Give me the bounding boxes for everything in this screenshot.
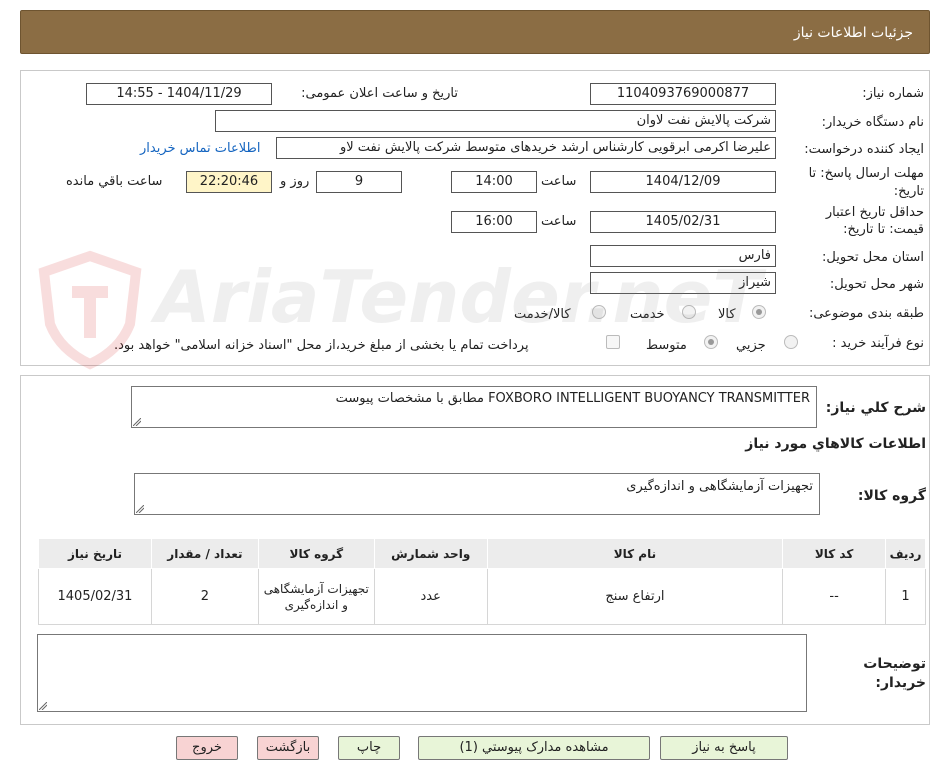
view-attachments-button[interactable]: مشاهده مدارک پیوستي (1) (418, 736, 650, 760)
page-header: جزئیات اطلاعات نیاز (20, 10, 930, 54)
announce-label: تاریخ و ساعت اعلان عمومی: (301, 86, 458, 101)
cell-row: 1 (885, 568, 926, 625)
validity-time-label: ساعت (541, 214, 577, 229)
process-label: نوع فرآیند خرید : (832, 336, 924, 351)
description-textarea: FOXBORO INTELLIGENT BUOYANCY TRANSMITTER… (131, 386, 817, 428)
cell-group: تجهیزات آزمایشگاهی و اندازه‌گیری (257, 568, 375, 625)
province-label: استان محل تحویل: (822, 250, 924, 265)
cell-code: -- (782, 568, 887, 625)
process-medium-label: متوسط (646, 338, 687, 353)
process-medium-radio[interactable] (704, 335, 718, 349)
resize-grip-icon[interactable] (39, 702, 47, 710)
city-field: شیراز (590, 272, 776, 294)
deadline-label-line1: مهلت ارسال پاسخ: تا (808, 166, 924, 181)
buyer-label: نام دستگاه خریدار: (821, 115, 924, 130)
days-field: 9 (316, 171, 402, 193)
process-minor-label: جزیي (736, 338, 766, 353)
creator-field: علیرضا اکرمی ابرقویی کارشناس ارشد خریدها… (276, 137, 776, 159)
need-number-field: 1104093769000877 (590, 83, 776, 105)
payment-note: پرداخت تمام یا بخشی از مبلغ خرید،از محل … (114, 338, 529, 353)
exit-button[interactable]: خروج (176, 736, 238, 760)
col-name: نام کالا (486, 538, 784, 569)
remaining-label: ساعت باقي مانده (66, 174, 163, 189)
cell-quantity: 2 (150, 568, 259, 625)
buyer-notes-textarea (37, 634, 807, 712)
validity-label-line2: قیمت: تا تاریخ: (843, 222, 924, 237)
col-group: گروه کالا (257, 538, 375, 569)
deadline-time-field: 14:00 (451, 171, 537, 193)
col-code: کد کالا (782, 538, 887, 569)
description-text: FOXBORO INTELLIGENT BUOYANCY TRANSMITTER… (335, 391, 810, 406)
goods-group-label: گروه کالا: (857, 488, 926, 504)
days-label: روز و (280, 174, 310, 189)
buyer-notes-label-line2: خریدار: (875, 675, 926, 691)
category-goods-radio[interactable] (752, 305, 766, 319)
category-goods-service-radio[interactable] (592, 305, 606, 319)
col-row: ردیف (885, 538, 926, 569)
province-field: فارس (590, 245, 776, 267)
cell-name: ارتفاع سنج (486, 568, 784, 625)
back-button[interactable]: بازگشت (257, 736, 319, 760)
table-row: 1 -- ارتفاع سنج عدد تجهیزات آزمایشگاهی و… (38, 568, 926, 625)
cell-unit: عدد (373, 568, 488, 625)
need-number-label: شماره نیاز: (862, 86, 924, 101)
validity-label-line1: حداقل تاریخ اعتبار (825, 205, 924, 220)
resize-grip-icon[interactable] (133, 418, 141, 426)
print-button[interactable]: چاپ (338, 736, 400, 760)
treasury-payment-checkbox[interactable] (606, 335, 620, 349)
validity-date-field: 1405/02/31 (590, 211, 776, 233)
goods-group-text: تجهیزات آزمایشگاهی و اندازه‌گیری (626, 479, 813, 494)
remaining-time-field: 22:20:46 (186, 171, 272, 193)
buyer-contact-link[interactable]: اطلاعات تماس خریدار (140, 141, 260, 156)
category-label: طبقه بندی موضوعی: (808, 306, 924, 321)
category-service-radio[interactable] (682, 305, 696, 319)
category-goods-service-label: کالا/خدمت (514, 307, 571, 322)
buyer-field: شرکت پالایش نفت لاوان (215, 110, 776, 132)
announce-field: 1404/11/29 - 14:55 (86, 83, 272, 105)
validity-time-field: 16:00 (451, 211, 537, 233)
col-quantity: تعداد / مقدار (150, 538, 259, 569)
table-header-row: ردیف کد کالا نام کالا واحد شمارش گروه کا… (38, 538, 926, 569)
buyer-notes-label-line1: توضیحات (863, 656, 926, 672)
creator-label: ایجاد کننده درخواست: (804, 142, 924, 157)
process-minor-radio[interactable] (784, 335, 798, 349)
cell-need-date: 1405/02/31 (38, 568, 152, 625)
page-title: جزئیات اطلاعات نیاز (793, 25, 913, 41)
col-unit: واحد شمارش (373, 538, 488, 569)
description-label: شرح کلي نیاز: (825, 400, 926, 416)
category-service-label: خدمت (630, 307, 665, 322)
resize-grip-icon[interactable] (136, 505, 144, 513)
deadline-time-label: ساعت (541, 174, 577, 189)
deadline-label-line2: تاریخ: (893, 184, 924, 199)
goods-group-textarea: تجهیزات آزمایشگاهی و اندازه‌گیری (134, 473, 820, 515)
goods-table: ردیف کد کالا نام کالا واحد شمارش گروه کا… (38, 538, 926, 625)
deadline-date-field: 1404/12/09 (590, 171, 776, 193)
col-need-date: تاریخ نیاز (38, 538, 152, 569)
category-goods-label: کالا (718, 307, 736, 322)
goods-section-title: اطلاعات کالاهاي مورد نیاز (745, 436, 926, 452)
city-label: شهر محل تحویل: (829, 277, 924, 292)
reply-button[interactable]: پاسخ به نیاز (660, 736, 788, 760)
